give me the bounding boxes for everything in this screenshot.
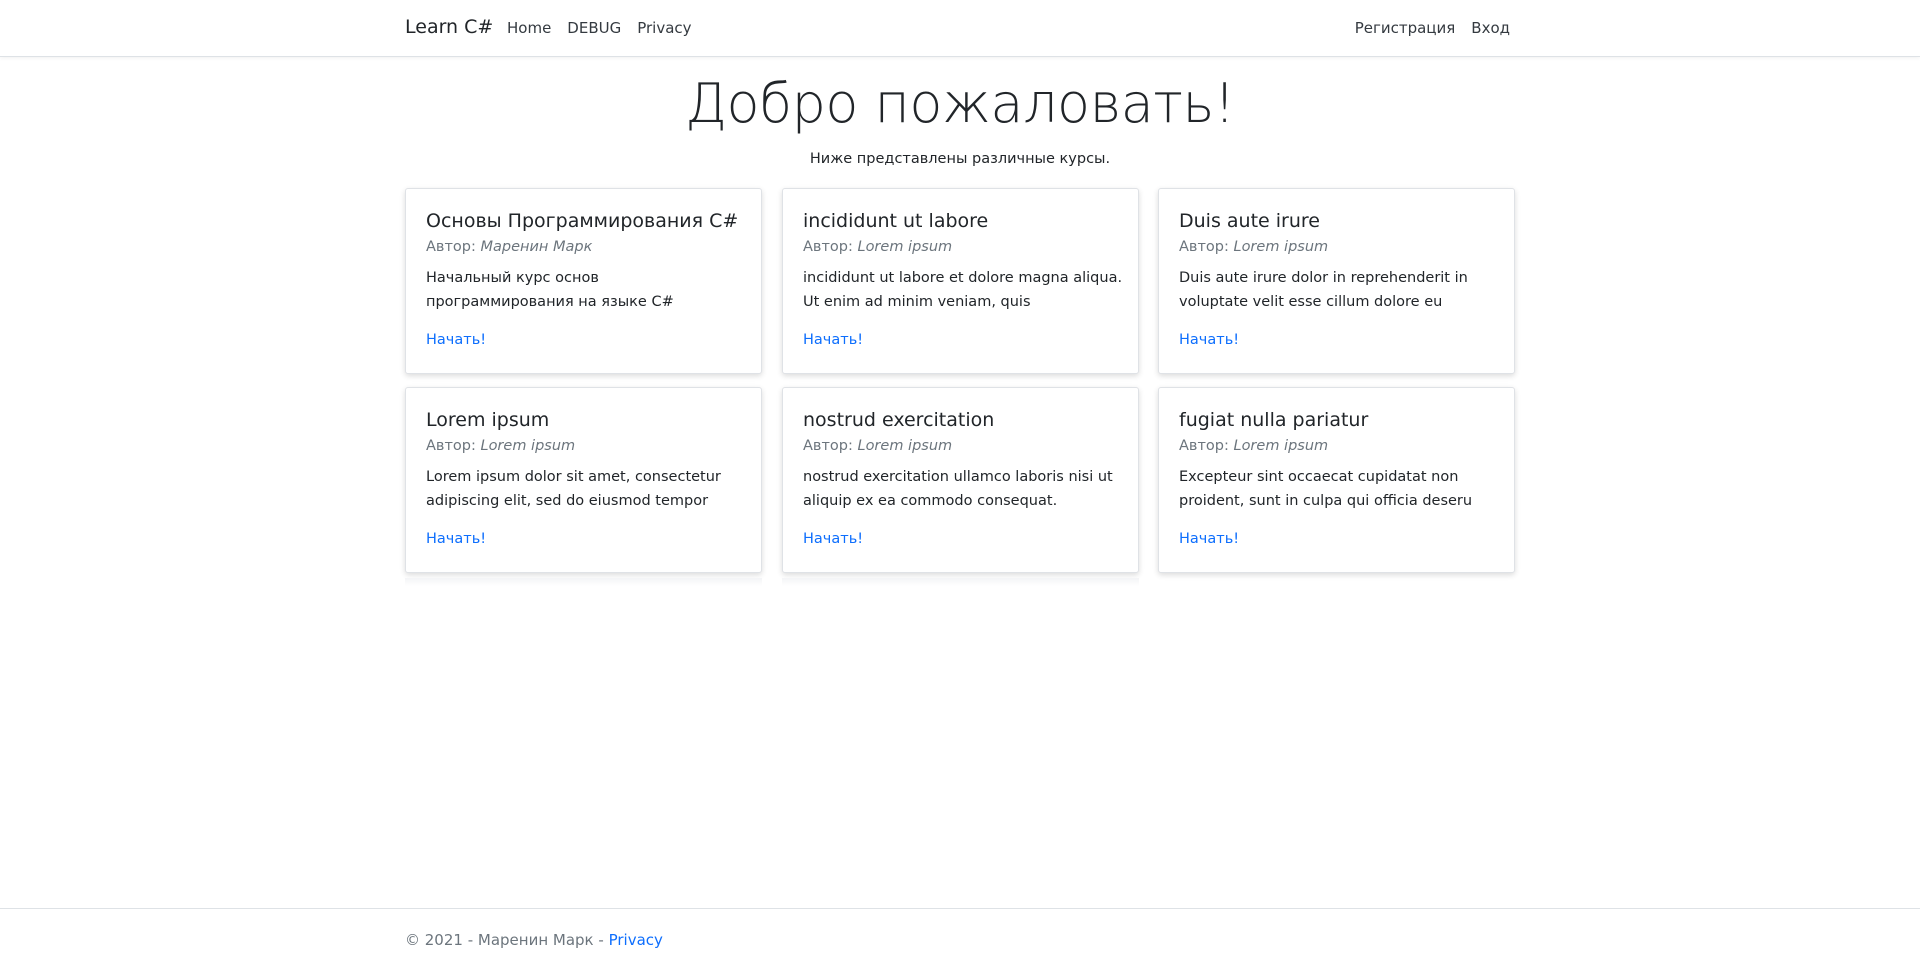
author-name: Lorem ipsum (480, 438, 576, 454)
author-prefix: Автор: (1179, 239, 1234, 255)
nav-debug-link[interactable]: DEBUG (567, 19, 621, 37)
main-nav: Home DEBUG Privacy (507, 19, 708, 37)
start-course-link[interactable]: Начать! (426, 531, 486, 547)
nav-privacy-link[interactable]: Privacy (637, 19, 691, 37)
course-card: fugiat nulla pariatur Автор: Lorem ipsum… (1158, 387, 1515, 573)
start-course-link[interactable]: Начать! (1179, 531, 1239, 547)
course-title: fugiat nulla pariatur (1179, 409, 1369, 431)
start-course-link[interactable]: Начать! (803, 531, 863, 547)
start-course-link[interactable]: Начать! (426, 332, 486, 348)
footer-privacy-link[interactable]: Privacy (609, 931, 663, 949)
start-course-link[interactable]: Начать! (803, 332, 863, 348)
course-card: nostrud exercitation Автор: Lorem ipsum … (782, 387, 1139, 573)
course-description: Duis aute irure dolor in reprehenderit i… (1179, 270, 1468, 310)
login-link[interactable]: Вход (1471, 19, 1510, 37)
author-prefix: Автор: (426, 438, 481, 454)
author-prefix: Автор: (426, 239, 481, 255)
course-card: Lorem ipsum Автор: Lorem ipsum Lorem ips… (405, 387, 762, 573)
course-title: nostrud exercitation (803, 409, 995, 431)
footer-copyright: © 2021 - Маренин Марк - (405, 931, 609, 949)
navbar-container: Learn C# Home DEBUG Privacy Регистрация … (405, 0, 1515, 57)
register-link[interactable]: Регистрация (1355, 19, 1456, 37)
page-title: Добро пожаловать! (685, 72, 1235, 135)
course-card: Основы Программирования C# Автор: Марени… (405, 188, 762, 374)
nav-home-link[interactable]: Home (507, 19, 551, 37)
course-description: nostrud exercitation ullamco laboris nis… (803, 469, 1113, 509)
card-row-divider (782, 578, 1139, 586)
author-prefix: Автор: (803, 438, 858, 454)
course-description: Lorem ipsum dolor sit amet, consectetur … (426, 469, 721, 509)
course-author: Автор: Lorem ipsum (1179, 239, 1328, 255)
course-card: incididunt ut labore Автор: Lorem ipsum … (782, 188, 1139, 374)
course-title: Duis aute irure (1179, 210, 1320, 232)
account-nav: Регистрация Вход (1339, 19, 1510, 37)
author-name: Lorem ipsum (1233, 438, 1329, 454)
top-navbar: Learn C# Home DEBUG Privacy Регистрация … (0, 0, 1920, 57)
card-row-divider (405, 578, 762, 586)
page-footer: © 2021 - Маренин Марк - Privacy (0, 908, 1920, 969)
author-prefix: Автор: (1179, 438, 1234, 454)
author-name: Lorem ipsum (857, 239, 953, 255)
author-prefix: Автор: (803, 239, 858, 255)
course-author: Автор: Lorem ipsum (1179, 438, 1328, 454)
author-name: Lorem ipsum (857, 438, 953, 454)
course-title: Основы Программирования C# (426, 210, 739, 232)
course-author: Автор: Lorem ipsum (803, 239, 952, 255)
footer-text: © 2021 - Маренин Марк - Privacy (405, 931, 663, 949)
course-author: Автор: Lorem ipsum (803, 438, 952, 454)
start-course-link[interactable]: Начать! (1179, 332, 1239, 348)
course-description: incididunt ut labore et dolore magna ali… (803, 270, 1123, 310)
page-subtitle: Ниже представлены различные курсы. (809, 151, 1111, 167)
author-name: Маренин Марк (480, 239, 593, 255)
course-card: Duis aute irure Автор: Lorem ipsum Duis … (1158, 188, 1515, 374)
course-author: Автор: Маренин Марк (426, 239, 592, 255)
course-title: Lorem ipsum (426, 409, 550, 431)
brand-link[interactable]: Learn C# (405, 16, 493, 38)
author-name: Lorem ipsum (1233, 239, 1329, 255)
course-title: incididunt ut labore (803, 210, 989, 232)
course-author: Автор: Lorem ipsum (426, 438, 575, 454)
course-description: Начальный курс основ программирования на… (426, 270, 674, 310)
course-description: Excepteur sint occaecat cupidatat non pr… (1179, 469, 1473, 509)
